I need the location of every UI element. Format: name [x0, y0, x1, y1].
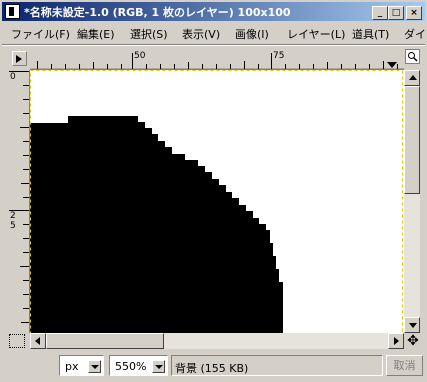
menu-view[interactable]: 表示(V): [182, 26, 220, 42]
chevron-down-icon[interactable]: [88, 360, 101, 373]
menu-dialogs[interactable]: ダイ: [404, 26, 426, 42]
status-text: 背景 (155 KB): [175, 362, 249, 375]
unit-value: px: [65, 360, 79, 373]
scroll-down-button[interactable]: [404, 317, 420, 333]
minimize-button[interactable]: _: [372, 6, 388, 20]
title-bar[interactable]: *名称未設定-1.0 (RGB, 1 枚のレイヤー) 100x100 _ □ ×: [2, 2, 425, 21]
chevron-down-icon[interactable]: [152, 360, 165, 373]
horizontal-ruler[interactable]: 50 75: [30, 49, 404, 70]
horizontal-scroll-thumb[interactable]: [46, 333, 164, 349]
unit-dropdown[interactable]: px: [59, 355, 104, 376]
ruler-label-75: 75: [273, 51, 285, 61]
menu-tools[interactable]: 道具(T): [352, 26, 389, 42]
scroll-left-button[interactable]: [30, 333, 46, 349]
vertical-scrollbar[interactable]: [404, 70, 420, 333]
status-info: 背景 (155 KB): [171, 355, 383, 376]
image-canvas[interactable]: [30, 70, 404, 333]
menu-bar: ファイル(F) 編集(E) 選択(S) 表示(V) 画像(I) レイヤー(L) …: [2, 23, 426, 42]
arrow-up-icon: [409, 75, 417, 80]
maximize-button[interactable]: □: [388, 6, 404, 20]
menu-separator-highlight: [2, 45, 425, 46]
zoom-navigation-icon[interactable]: [405, 49, 420, 64]
zoom-value: 550%: [115, 360, 147, 373]
vertical-ruler[interactable]: 0 2 5: [9, 70, 30, 333]
arrow-left-icon: [35, 337, 40, 345]
zoom-dropdown[interactable]: 550%: [109, 355, 168, 376]
scroll-up-button[interactable]: [404, 70, 420, 86]
arrow-right-icon: [394, 337, 399, 345]
quick-mask-icon[interactable]: [9, 334, 25, 348]
menu-file[interactable]: ファイル(F): [11, 26, 70, 42]
gimp-document-icon[interactable]: [5, 4, 20, 19]
close-button[interactable]: ×: [406, 6, 422, 20]
vertical-scroll-thumb[interactable]: [404, 86, 420, 194]
window-title: *名称未設定-1.0 (RGB, 1 枚のレイヤー) 100x100: [24, 6, 291, 19]
pointer-marker: [387, 62, 397, 68]
menu-layer[interactable]: レイヤー(L): [287, 26, 345, 42]
status-bar: px 550% 背景 (155 KB) 取消: [2, 352, 425, 380]
ruler-label-0: 0: [10, 72, 16, 82]
cancel-button[interactable]: 取消: [386, 355, 423, 376]
menu-edit[interactable]: 編集(E): [77, 26, 115, 42]
move-cross-icon[interactable]: ✥: [405, 333, 421, 349]
image-menu-button[interactable]: [12, 51, 27, 66]
menu-select[interactable]: 選択(S): [130, 26, 168, 42]
horizontal-scrollbar[interactable]: [30, 333, 404, 349]
ruler-label-5: 5: [10, 221, 16, 231]
menu-image[interactable]: 画像(I): [235, 26, 269, 42]
ruler-label-2: 2: [10, 211, 16, 221]
scroll-right-button[interactable]: [388, 333, 404, 349]
arrow-down-icon: [409, 323, 417, 328]
ruler-label-50: 50: [134, 51, 146, 61]
